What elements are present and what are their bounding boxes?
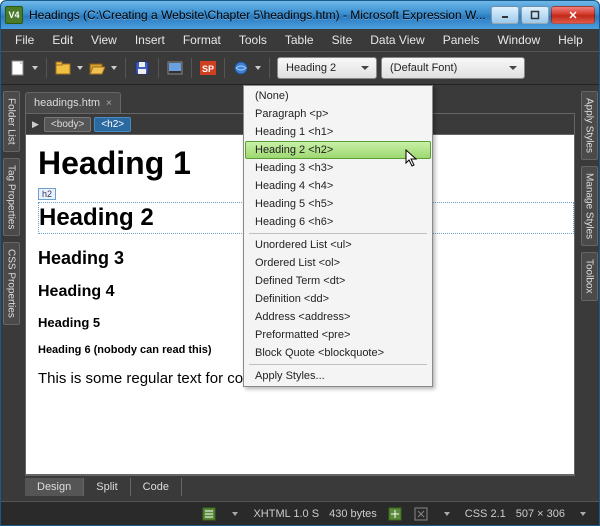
window-title: Headings (C:\Creating a Website\Chapter …	[29, 8, 491, 22]
left-panel-tabs: Folder List Tag Properties CSS Propertie…	[1, 85, 21, 501]
titlebar[interactable]: V4 Headings (C:\Creating a Website\Chapt…	[1, 1, 599, 29]
chevron-down-icon[interactable]	[506, 65, 520, 71]
view-tabs: Design Split Code	[25, 475, 575, 497]
document-tab-label: headings.htm	[34, 97, 100, 109]
dropdown-item[interactable]: Preformatted <pre>	[245, 326, 431, 344]
font-combo-value: (Default Font)	[390, 62, 506, 74]
app-icon: V4	[5, 6, 23, 24]
menu-help[interactable]: Help	[550, 31, 591, 49]
crumb-h2[interactable]: <h2>	[94, 117, 131, 132]
sidetab-tag-properties[interactable]: Tag Properties	[3, 158, 20, 236]
dropdown-item[interactable]: Unordered List <ul>	[245, 236, 431, 254]
status-dimensions[interactable]: 507 × 306	[516, 508, 565, 520]
dropdown-item[interactable]: Heading 1 <h1>	[245, 123, 431, 141]
style-combo-value: Heading 2	[286, 62, 358, 74]
close-button[interactable]	[551, 6, 595, 24]
view-tab-split[interactable]: Split	[84, 478, 130, 496]
dropdown-item[interactable]: Defined Term <dt>	[245, 272, 431, 290]
menu-tools[interactable]: Tools	[231, 31, 275, 49]
publish-dropdown-icon[interactable]	[254, 59, 262, 77]
dimensions-dropdown-icon[interactable]	[575, 506, 591, 522]
menu-window[interactable]: Window	[489, 31, 548, 49]
menu-insert[interactable]: Insert	[127, 31, 173, 49]
status-doctype[interactable]: XHTML 1.0 S	[253, 508, 319, 520]
menu-dataview[interactable]: Data View	[362, 31, 432, 49]
menu-view[interactable]: View	[83, 31, 125, 49]
dropdown-item[interactable]: Paragraph <p>	[245, 105, 431, 123]
chevron-down-icon[interactable]	[358, 65, 372, 71]
menu-site[interactable]: Site	[324, 31, 361, 49]
compat-dropdown-icon[interactable]	[439, 506, 455, 522]
dropdown-item[interactable]: Block Quote <blockquote>	[245, 344, 431, 362]
crumb-body[interactable]: <body>	[44, 117, 91, 132]
sidetab-manage-styles[interactable]: Manage Styles	[581, 166, 598, 246]
menu-edit[interactable]: Edit	[44, 31, 81, 49]
crumb-arrow-icon[interactable]: ▶	[30, 119, 41, 130]
style-dropdown-menu: (None)Paragraph <p>Heading 1 <h1>Heading…	[243, 85, 433, 387]
open-icon[interactable]	[88, 59, 106, 77]
open-dropdown-icon[interactable]	[110, 59, 118, 77]
save-icon[interactable]	[133, 59, 151, 77]
preview-icon[interactable]	[166, 59, 184, 77]
new-site-icon[interactable]	[54, 59, 72, 77]
dropdown-item[interactable]: Apply Styles...	[245, 367, 431, 385]
font-combo[interactable]: (Default Font)	[381, 57, 525, 79]
h2-tag-marker[interactable]: h2	[38, 188, 56, 200]
dropdown-item[interactable]: Ordered List <ol>	[245, 254, 431, 272]
visual-aids-icon[interactable]	[201, 506, 217, 522]
svg-text:SP: SP	[202, 64, 214, 74]
dropdown-divider	[249, 364, 427, 365]
schema-icon[interactable]	[387, 506, 403, 522]
menu-file[interactable]: File	[7, 31, 42, 49]
view-tab-design[interactable]: Design	[25, 478, 84, 496]
dropdown-divider	[249, 233, 427, 234]
menu-format[interactable]: Format	[175, 31, 229, 49]
minimize-button[interactable]	[491, 6, 519, 24]
dropdown-item[interactable]: (None)	[245, 87, 431, 105]
maximize-button[interactable]	[521, 6, 549, 24]
new-page-icon[interactable]	[9, 59, 27, 77]
sidetab-apply-styles[interactable]: Apply Styles	[581, 91, 598, 160]
toolbar: SP Heading 2 (Default Font)	[1, 51, 599, 85]
status-filesize: 430 bytes	[329, 508, 377, 520]
new-page-dropdown-icon[interactable]	[31, 59, 39, 77]
dropdown-item[interactable]: Heading 2 <h2>	[245, 141, 431, 159]
compat-icon[interactable]	[413, 506, 429, 522]
style-combo[interactable]: Heading 2	[277, 57, 377, 79]
dropdown-item[interactable]: Heading 6 <h6>	[245, 213, 431, 231]
document-tab[interactable]: headings.htm ×	[25, 92, 121, 113]
dropdown-item[interactable]: Heading 4 <h4>	[245, 177, 431, 195]
dropdown-item[interactable]: Heading 3 <h3>	[245, 159, 431, 177]
menu-table[interactable]: Table	[277, 31, 322, 49]
dropdown-item[interactable]: Definition <dd>	[245, 290, 431, 308]
menubar: File Edit View Insert Format Tools Table…	[1, 29, 599, 51]
sidetab-folder-list[interactable]: Folder List	[3, 91, 20, 152]
menu-panels[interactable]: Panels	[435, 31, 488, 49]
dropdown-item[interactable]: Heading 5 <h5>	[245, 195, 431, 213]
visual-aids-dropdown-icon[interactable]	[227, 506, 243, 522]
view-tab-code[interactable]: Code	[131, 478, 182, 496]
statusbar: XHTML 1.0 S 430 bytes CSS 2.1 507 × 306	[1, 501, 599, 525]
close-tab-icon[interactable]: ×	[106, 98, 112, 109]
publish-icon[interactable]	[232, 59, 250, 77]
sidetab-css-properties[interactable]: CSS Properties	[3, 242, 20, 325]
status-css[interactable]: CSS 2.1	[465, 508, 506, 520]
dropdown-item[interactable]: Address <address>	[245, 308, 431, 326]
right-panel-tabs: Apply Styles Manage Styles Toolbox	[579, 85, 599, 501]
new-site-dropdown-icon[interactable]	[76, 59, 84, 77]
superpreview-icon[interactable]: SP	[199, 59, 217, 77]
sidetab-toolbox[interactable]: Toolbox	[581, 252, 598, 300]
